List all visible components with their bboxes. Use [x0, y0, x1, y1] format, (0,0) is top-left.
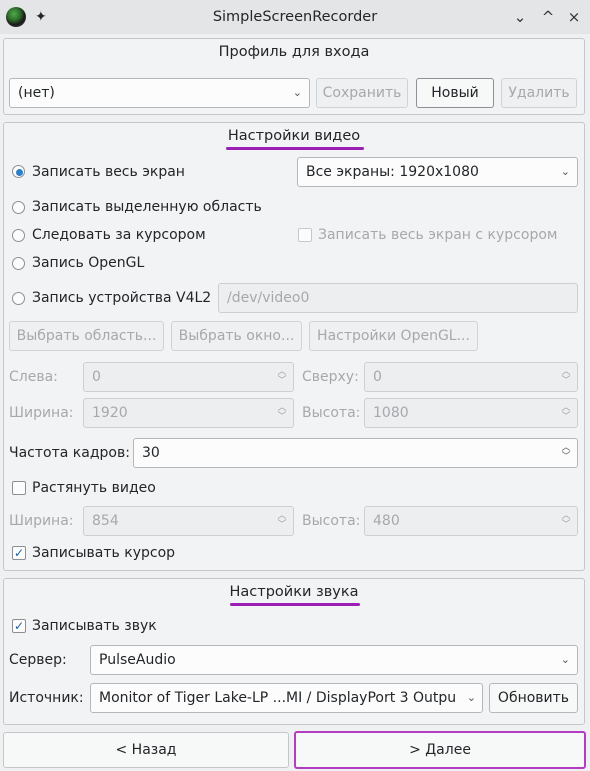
framerate-value: 30 [142, 445, 160, 461]
radio-record-v4l2[interactable] [12, 292, 25, 305]
select-region-button[interactable]: Выбрать область... [9, 321, 164, 351]
record-opengl-label[interactable]: Запись OpenGL [32, 253, 144, 273]
height-spinbox[interactable]: 1080 ︿ ﹀ [364, 398, 578, 428]
opengl-settings-button[interactable]: Настройки OpenGL... [309, 321, 478, 351]
next-button[interactable]: > Далее [294, 731, 586, 769]
spin-arrows-icon: ︿ ﹀ [561, 403, 571, 422]
radio-record-fullscreen[interactable] [12, 165, 25, 178]
fullscreen-with-cursor-checkbox[interactable] [298, 228, 312, 242]
chevron-down-icon: ⌄ [560, 165, 570, 178]
record-cursor-label[interactable]: Записывать курсор [32, 543, 175, 563]
scaled-width-spinbox[interactable]: 854 ︿ ﹀ [83, 506, 294, 536]
width-value: 1920 [92, 405, 128, 421]
back-button[interactable]: < Назад [3, 732, 289, 768]
v4l2-device-field[interactable]: /dev/video0 [218, 283, 578, 313]
spin-arrows-icon: ︿ ﹀ [277, 367, 287, 386]
source-select[interactable]: Monitor of Tiger Lake-LP ...MI / Display… [90, 683, 483, 713]
select-window-button[interactable]: Выбрать окно... [171, 321, 302, 351]
fullscreen-with-cursor-label[interactable]: Записать весь экран с курсором [318, 225, 557, 245]
scaled-height-value: 480 [373, 513, 400, 529]
record-audio-checkbox[interactable]: ✓ [12, 619, 26, 633]
record-v4l2-label[interactable]: Запись устройства V4L2 [32, 288, 211, 308]
width-label: Ширина: [9, 405, 74, 421]
width-spinbox[interactable]: 1920 ︿ ﹀ [83, 398, 294, 428]
save-profile-button[interactable]: Сохранить [316, 78, 408, 108]
maximize-icon[interactable]: ^ [537, 6, 559, 28]
top-label: Сверху: [302, 369, 359, 385]
new-profile-button[interactable]: Новый [416, 78, 494, 108]
source-label: Источник: [9, 690, 84, 706]
spin-arrows-icon: ︿ ﹀ [561, 367, 571, 386]
backend-value: PulseAudio [99, 652, 176, 668]
left-spinbox[interactable]: 0 ︿ ﹀ [83, 362, 294, 392]
record-region-label[interactable]: Записать выделенную область [32, 197, 262, 217]
profile-group-title: Профиль для входа [218, 44, 370, 60]
backend-select[interactable]: PulseAudio ⌄ [90, 645, 578, 675]
scale-video-label[interactable]: Растянуть видео [32, 478, 156, 498]
delete-profile-button[interactable]: Удалить [501, 78, 577, 108]
minimize-icon[interactable]: ⌄ [509, 6, 531, 28]
close-icon[interactable]: × [563, 6, 585, 28]
refresh-button[interactable]: Обновить [489, 683, 578, 713]
height-label: Высота: [302, 405, 361, 421]
screens-select[interactable]: Все экраны: 1920x1080 ⌄ [297, 157, 578, 187]
chevron-down-icon: ⌄ [560, 653, 570, 666]
scaled-width-value: 854 [92, 513, 119, 529]
chevron-down-icon: ⌄ [292, 86, 302, 99]
chevron-down-icon: ⌄ [464, 684, 476, 712]
radio-follow-cursor[interactable] [12, 229, 25, 242]
radio-record-region[interactable] [12, 201, 25, 214]
radio-record-opengl[interactable] [12, 257, 25, 270]
record-cursor-checkbox[interactable]: ✓ [12, 546, 26, 560]
profile-select-value: (нет) [18, 85, 55, 101]
source-value: Monitor of Tiger Lake-LP ...MI / Display… [99, 690, 457, 706]
audio-title-underline [230, 603, 360, 606]
spin-arrows-icon: ︿ ﹀ [561, 511, 571, 530]
framerate-spinbox[interactable]: 30 ︿ ﹀ [133, 438, 578, 468]
top-value: 0 [373, 369, 382, 385]
follow-cursor-label[interactable]: Следовать за курсором [32, 225, 206, 245]
height-value: 1080 [373, 405, 409, 421]
scaled-height-spinbox[interactable]: 480 ︿ ﹀ [364, 506, 578, 536]
scaled-width-label: Ширина: [9, 513, 74, 529]
left-label: Слева: [9, 369, 58, 385]
framerate-label: Частота кадров: [9, 445, 130, 461]
spin-arrows-icon: ︿ ﹀ [277, 511, 287, 530]
video-title-underline [226, 147, 364, 150]
audio-settings-title: Настройки звука [229, 584, 359, 600]
top-spinbox[interactable]: 0 ︿ ﹀ [364, 362, 578, 392]
spin-arrows-icon[interactable]: ︿ ﹀ [560, 444, 572, 462]
scale-video-checkbox[interactable] [12, 481, 26, 495]
scaled-height-label: Высота: [302, 513, 361, 529]
backend-label: Сервер: [9, 652, 67, 668]
screens-select-value: Все экраны: 1920x1080 [306, 164, 479, 180]
video-settings-title: Настройки видео [227, 128, 361, 144]
window-title: SimpleScreenRecorder [212, 9, 378, 25]
left-value: 0 [92, 369, 101, 385]
profile-select[interactable]: (нет) ⌄ [9, 78, 310, 108]
record-audio-label[interactable]: Записывать звук [32, 616, 157, 636]
spin-arrows-icon: ︿ ﹀ [277, 403, 287, 422]
record-fullscreen-label[interactable]: Записать весь экран [32, 162, 185, 182]
